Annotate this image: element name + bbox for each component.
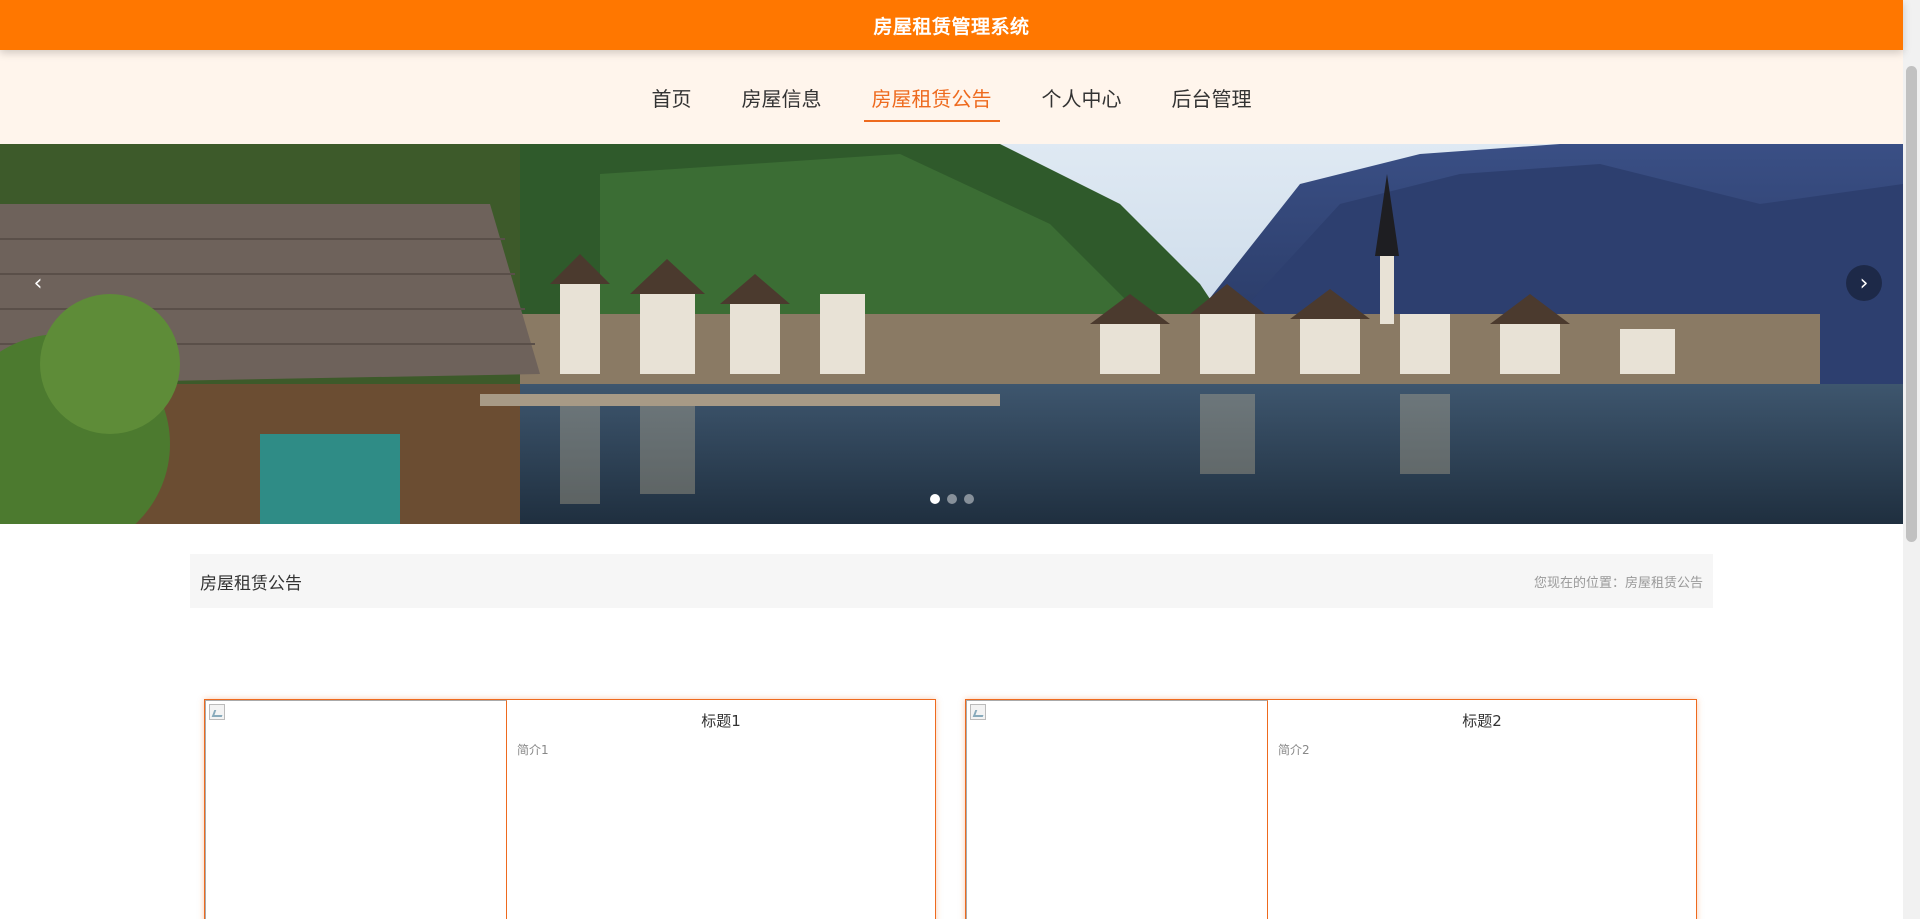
top-title-bar: 房屋租赁管理系统 [0,0,1903,50]
carousel-next-button[interactable]: › [1846,265,1882,301]
page-scrollbar[interactable] [1903,0,1920,919]
section-title: 房屋租赁公告 [200,573,302,594]
current-location: 您现在的位置：房屋租赁公告 [1533,575,1703,591]
notice-brief: 简介2 [1278,743,1310,757]
system-title: 房屋租赁管理系统 [873,15,1030,38]
carousel-dot-2[interactable] [947,494,957,504]
scrollbar-thumb[interactable] [1906,66,1917,542]
notice-title[interactable]: 标题1 [517,710,925,731]
carousel-prev-button[interactable]: ‹ [20,265,56,301]
notice-card[interactable]: 标题1 简介1 [204,699,936,919]
carousel-dot-3[interactable] [964,494,974,504]
notice-image[interactable] [205,700,507,919]
carousel-indicators [930,494,974,504]
nav-item-house-info[interactable]: 房屋信息 [734,79,830,122]
main-nav: 首页 房屋信息 房屋租赁公告 个人中心 后台管理 [0,50,1903,144]
nav-item-admin[interactable]: 后台管理 [1164,79,1260,122]
notice-card[interactable]: 标题2 简介2 [965,699,1697,919]
chevron-left-icon: ‹ [33,270,43,296]
notice-brief: 简介1 [517,743,549,757]
chevron-right-icon: › [1859,270,1869,296]
nav-menu: 首页 房屋信息 房屋租赁公告 个人中心 后台管理 [644,79,1260,122]
notice-body: 标题2 简介2 [1268,700,1696,919]
notice-title[interactable]: 标题2 [1278,710,1686,731]
banner-carousel[interactable]: ‹ › [0,144,1903,524]
page: 房屋租赁管理系统 首页 房屋信息 房屋租赁公告 个人中心 后台管理 ‹ › 房屋… [0,0,1920,919]
nav-item-home[interactable]: 首页 [644,79,700,122]
broken-image-icon [970,704,986,720]
carousel-dot-1[interactable] [930,494,940,504]
banner-image [0,144,1903,524]
broken-image-icon [209,704,225,720]
nav-item-personal-center[interactable]: 个人中心 [1034,79,1130,122]
notice-image[interactable] [966,700,1268,919]
nav-item-rental-notice[interactable]: 房屋租赁公告 [863,79,1000,122]
notice-body: 标题1 简介1 [507,700,935,919]
breadcrumb: 房屋租赁公告 您现在的位置：房屋租赁公告 [190,554,1713,608]
